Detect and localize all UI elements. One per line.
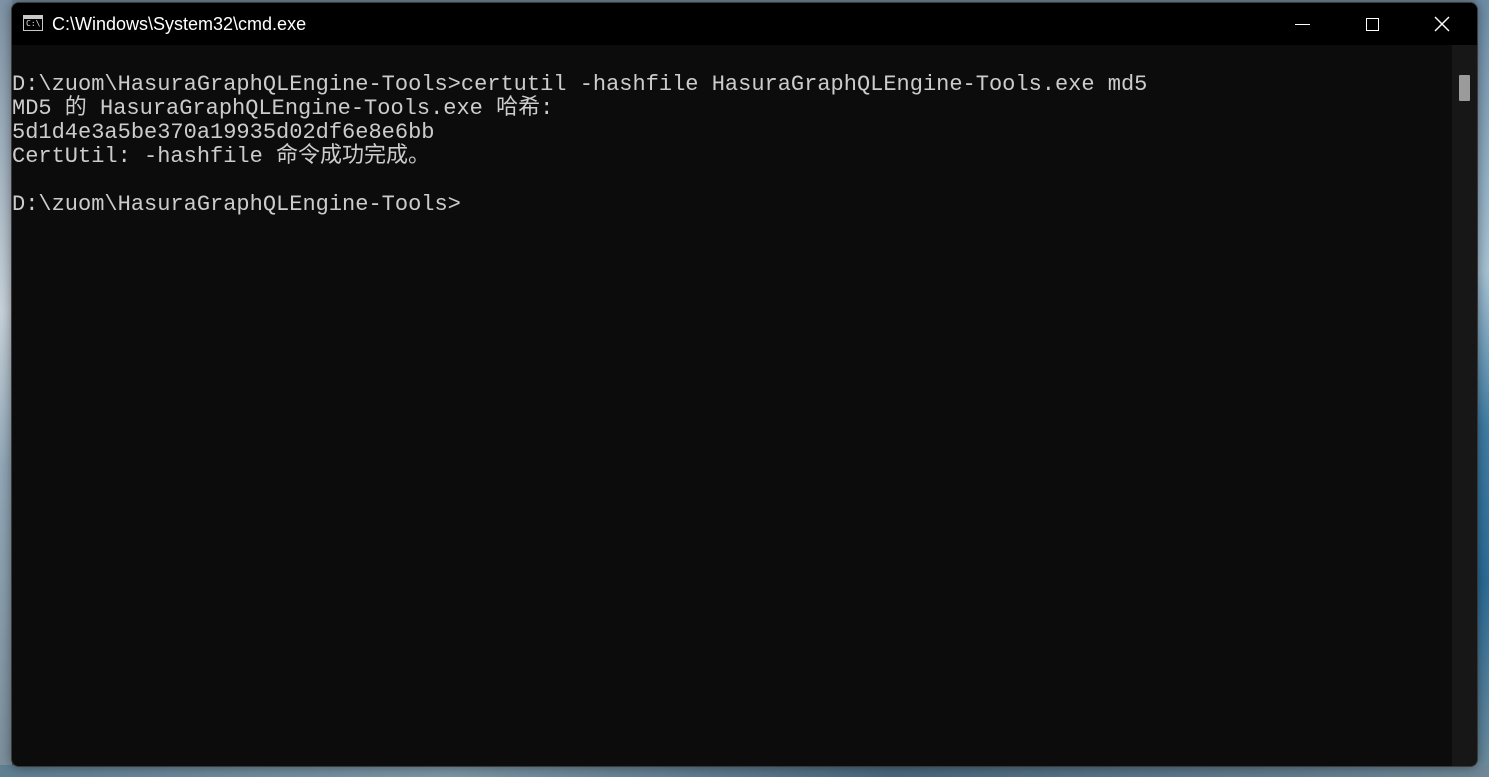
- console-line-status: CertUtil: -hashfile 命令成功完成。: [12, 144, 431, 169]
- close-button[interactable]: [1407, 3, 1477, 45]
- maximize-icon: [1365, 17, 1379, 31]
- cmd-window[interactable]: C:\ C:\Windows\System32\cmd.exe D:\zuom\…: [11, 2, 1478, 767]
- console-prompt[interactable]: D:\zuom\HasuraGraphQLEngine-Tools>: [12, 193, 461, 217]
- console-output[interactable]: D:\zuom\HasuraGraphQLEngine-Tools>certut…: [12, 45, 1452, 766]
- minimize-button[interactable]: [1267, 3, 1337, 45]
- console-app-icon[interactable]: C:\: [23, 15, 43, 31]
- console-line-command: D:\zuom\HasuraGraphQLEngine-Tools>certut…: [12, 72, 1148, 97]
- close-icon: [1434, 16, 1450, 32]
- console-line-hash-header: MD5 的 HasuraGraphQLEngine-Tools.exe 哈希:: [12, 96, 554, 121]
- console-line-hash-value: 5d1d4e3a5be370a19935d02df6e8e6bb: [12, 120, 435, 145]
- vertical-scrollbar[interactable]: [1452, 45, 1477, 766]
- scrollbar-thumb[interactable]: [1459, 75, 1470, 101]
- minimize-icon: [1294, 23, 1310, 25]
- title-bar[interactable]: C:\ C:\Windows\System32\cmd.exe: [12, 3, 1477, 45]
- window-title: C:\Windows\System32\cmd.exe: [52, 14, 307, 34]
- maximize-button[interactable]: [1337, 3, 1407, 45]
